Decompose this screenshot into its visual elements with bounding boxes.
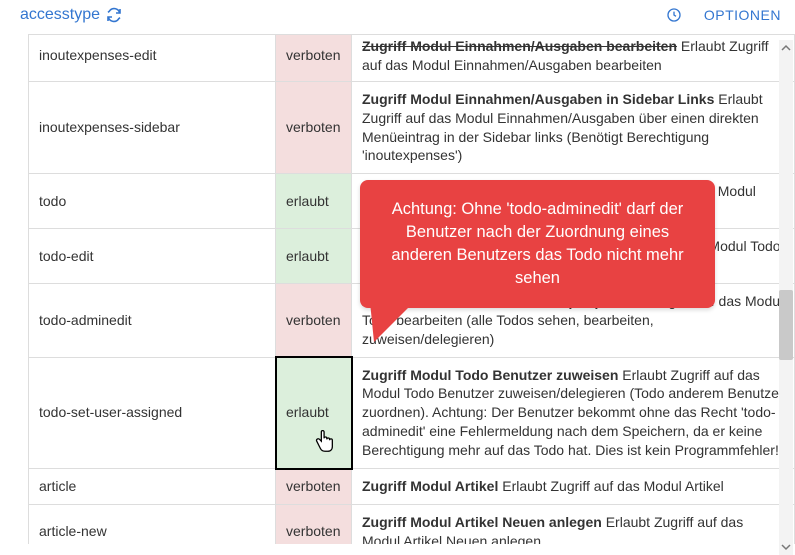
permission-description: Zugriff Modul Artikel Erlaubt Zugriff au… (352, 469, 795, 505)
pointer-cursor-icon (314, 430, 336, 456)
permission-description-title: Zugriff Modul Einnahmen/Ausgaben in Side… (362, 91, 714, 107)
refresh-icon[interactable] (106, 7, 122, 23)
permission-key: article (29, 469, 276, 505)
scrollbar-thumb[interactable] (779, 290, 793, 360)
history-icon[interactable] (666, 7, 682, 23)
permission-key: inoutexpenses-edit (29, 35, 276, 81)
permission-value-cell[interactable]: verboten (276, 504, 352, 544)
permission-value-cell[interactable]: verboten (276, 283, 352, 357)
permission-value-cell[interactable]: erlaubt (276, 174, 352, 229)
table-row: articleverbotenZugriff Modul Artikel Erl… (29, 469, 795, 505)
page-header: accesstype OPTIONEN (0, 0, 795, 34)
permission-description: Zugriff Modul Einnahmen/Ausgaben bearbei… (352, 35, 795, 81)
permission-value-cell[interactable]: verboten (276, 469, 352, 505)
table-row: article-newverbotenZugriff Modul Artikel… (29, 504, 795, 544)
permission-key: todo-adminedit (29, 283, 276, 357)
permission-value-cell[interactable]: verboten (276, 81, 352, 174)
permission-value-cell[interactable]: erlaubt (276, 229, 352, 284)
permission-description-title: Zugriff Modul Todo Benutzer zuweisen (362, 367, 618, 383)
header-right: OPTIONEN (666, 7, 781, 23)
permission-key: todo-set-user-assigned (29, 357, 276, 468)
permission-key: inoutexpenses-sidebar (29, 81, 276, 174)
permission-value-cell[interactable]: verboten (276, 35, 352, 81)
permission-key: todo (29, 174, 276, 229)
scroll-up-arrow[interactable] (779, 40, 793, 56)
permission-description: Zugriff Modul Artikel Neuen anlegen Erla… (352, 504, 795, 544)
table-row: todo-set-user-assignederlaubtZugriff Mod… (29, 357, 795, 468)
permission-description: Zugriff Modul Einnahmen/Ausgaben in Side… (352, 81, 795, 174)
permission-description-title: Zugriff Modul Einnahmen/Ausgaben bearbei… (362, 38, 677, 54)
header-left: accesstype (20, 6, 122, 24)
permission-description-title: Zugriff Modul Artikel (362, 478, 498, 494)
permission-key: todo-edit (29, 229, 276, 284)
scroll-down-arrow[interactable] (779, 539, 793, 555)
permission-description: Zugriff Modul Todo Benutzer zuweisen Erl… (352, 357, 795, 468)
table-row: inoutexpenses-sidebarverboten Zugriff Mod… (29, 81, 795, 174)
table-row: inoutexpenses-editverboten Zugriff Modul … (29, 35, 795, 81)
permission-key: article-new (29, 504, 276, 544)
permission-description-title: Zugriff Modul Artikel Neuen anlegen (362, 514, 602, 530)
permission-value-cell[interactable]: erlaubt (276, 357, 352, 468)
page-title: accesstype (20, 6, 100, 24)
warning-tooltip: Achtung: Ohne 'todo-adminedit' darf der … (360, 180, 715, 308)
permission-description-text: Erlaubt Zugriff auf das Modul Artikel (498, 478, 723, 494)
options-link[interactable]: OPTIONEN (704, 7, 781, 23)
